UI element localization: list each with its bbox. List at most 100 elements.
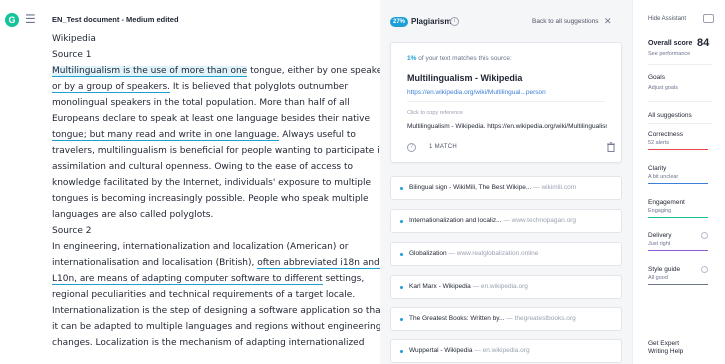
document-line[interactable]: or by a group of speakers. It is believe… bbox=[52, 79, 372, 95]
category-name: Correctness bbox=[648, 131, 684, 138]
see-performance-link[interactable]: See performance bbox=[648, 51, 690, 57]
document-line[interactable]: changes. Localization is the mechanism o… bbox=[52, 335, 372, 351]
document-title: EN_Test document - Medium edited bbox=[52, 15, 179, 24]
document-line[interactable]: Multilingualism is the use of more than … bbox=[52, 63, 386, 79]
category-engagement[interactable]: Engagement Engaging bbox=[648, 199, 712, 218]
source-list-item[interactable]: Bilingual sign - WikiMili, The Best Wiki… bbox=[390, 176, 622, 200]
underlined-plagiarism-text[interactable]: or by a group of speakers. bbox=[52, 82, 171, 93]
status-circle-icon bbox=[701, 266, 708, 273]
menu-icon[interactable]: ☰ bbox=[25, 12, 41, 26]
source-label: Internationalization and localiz... — ww… bbox=[409, 217, 576, 224]
overall-score-label[interactable]: Overall score bbox=[648, 40, 692, 47]
category-correctness[interactable]: Correctness 52 alerts bbox=[648, 131, 712, 150]
source-list-item[interactable]: Wuppertal - Wikipedia — en.wikipedia.org bbox=[390, 339, 622, 363]
underlined-plagiarism-text[interactable]: L10n, are means of adapting computer sof… bbox=[52, 274, 323, 285]
back-to-suggestions-link[interactable]: Back to all suggestions bbox=[532, 18, 598, 25]
document-line[interactable]: internationalisation and localisation (B… bbox=[52, 255, 380, 271]
source-match-card[interactable]: 1% of your text matches this source: Mul… bbox=[390, 42, 622, 163]
source-list-item[interactable]: Globalization — www.realglobalization.on… bbox=[390, 242, 622, 266]
source-list-item[interactable]: Karl Marx - Wikipedia — en.wikipedia.org bbox=[390, 275, 622, 299]
source-item-domain: wikimili.com bbox=[541, 184, 577, 191]
category-clarity[interactable]: Clarity A bit unclear bbox=[648, 165, 712, 184]
line-text: travelers, multilingualism is beneficial… bbox=[52, 146, 386, 156]
document-line[interactable]: it can be adapted to multiple languages … bbox=[52, 319, 381, 335]
match-percent: 1% bbox=[407, 55, 417, 62]
source-item-domain: www.technopagan.org bbox=[511, 217, 576, 224]
source-item-title: Bilingual sign - WikiMili, The Best Wiki… bbox=[409, 184, 532, 191]
document-line[interactable]: Source 1 bbox=[52, 47, 372, 63]
trash-icon[interactable] bbox=[607, 142, 615, 152]
goals-label[interactable]: Goals bbox=[648, 74, 665, 81]
line-text: tongues is becoming increasingly possibl… bbox=[52, 194, 369, 204]
document-line[interactable]: Europeans declare to speak at least one … bbox=[52, 111, 372, 127]
source-item-title: Globalization bbox=[409, 250, 447, 257]
plagiarism-percent-badge: 27% bbox=[390, 17, 408, 27]
document-editor[interactable]: Wikipedia Source 1 Multilingualism is the … bbox=[52, 31, 386, 351]
line-text: Source 2 bbox=[52, 226, 92, 236]
source-list-item[interactable]: The Greatest Books: Written by... — theg… bbox=[390, 307, 622, 331]
category-delivery[interactable]: Delivery Just right bbox=[648, 232, 712, 251]
line-text: changes. Localization is the mechanism o… bbox=[52, 338, 365, 348]
source-list-item[interactable]: Internationalization and localiz... — ww… bbox=[390, 209, 622, 233]
reference-text[interactable]: Multilingualism - Wikipedia. https://en.… bbox=[407, 123, 607, 130]
underlined-plagiarism-text[interactable]: often abbreviated i18n and bbox=[257, 258, 380, 269]
category-status: 52 alerts bbox=[648, 140, 670, 146]
card-divider bbox=[407, 101, 605, 102]
source-item-domain: en.wikipedia.org bbox=[482, 347, 530, 354]
bullet-dot-icon bbox=[400, 286, 403, 289]
category-color-bar bbox=[648, 149, 708, 150]
match-percent-line: 1% of your text matches this source: bbox=[407, 55, 512, 62]
document-line[interactable]: Wikipedia bbox=[52, 31, 372, 47]
document-line[interactable]: tongues is becoming increasingly possibl… bbox=[52, 191, 372, 207]
line-text: tongue, either by one speaker bbox=[247, 66, 386, 76]
document-line[interactable]: regional peculiarities and technical req… bbox=[52, 287, 372, 303]
line-text: internationalisation and localisation (B… bbox=[52, 258, 258, 268]
line-text: regional peculiarities and technical req… bbox=[52, 290, 356, 300]
source-label: Globalization — www.realglobalization.on… bbox=[409, 250, 538, 257]
help-icon[interactable]: ? bbox=[407, 143, 416, 152]
source-label: Wuppertal - Wikipedia — en.wikipedia.org bbox=[409, 347, 530, 354]
source-item-title: The Greatest Books: Written by... bbox=[409, 315, 505, 322]
highlighted-plagiarism-text[interactable]: Multilingualism is the use of more than … bbox=[52, 66, 248, 77]
category-style-guide[interactable]: Style guide All good bbox=[648, 266, 712, 285]
line-text: It is believed that polyglots outnumber bbox=[170, 82, 349, 92]
get-expert-help-button[interactable]: Get Expert Writing Help bbox=[648, 340, 698, 356]
hide-assistant-button[interactable]: Hide Assistant bbox=[648, 16, 686, 22]
close-icon[interactable]: ✕ bbox=[604, 16, 612, 27]
source-item-domain: en.wikipedia.org bbox=[480, 283, 528, 290]
source-label: Bilingual sign - WikiMili, The Best Wiki… bbox=[409, 184, 576, 191]
bullet-dot-icon bbox=[400, 253, 403, 256]
source-label: The Greatest Books: Written by... — theg… bbox=[409, 315, 576, 322]
document-line[interactable]: In engineering, internationalization and… bbox=[52, 239, 372, 255]
document-line[interactable]: languages are also called polyglots. bbox=[52, 207, 372, 223]
category-color-bar bbox=[648, 284, 708, 285]
chat-icon[interactable] bbox=[703, 14, 714, 23]
document-line[interactable]: tongue; but many read and write in one l… bbox=[52, 127, 372, 143]
source-url-link[interactable]: https://en.wikipedia.org/wiki/Multilingu… bbox=[407, 89, 546, 96]
line-text: Europeans declare to speak at least one … bbox=[52, 114, 371, 124]
source-title: Multilingualism - Wikipedia bbox=[407, 73, 523, 83]
sidebar-divider bbox=[648, 123, 712, 124]
category-color-bar bbox=[648, 217, 708, 218]
grammarly-logo-icon[interactable]: G bbox=[5, 13, 19, 27]
all-suggestions-link[interactable]: All suggestions bbox=[648, 112, 692, 119]
underlined-plagiarism-text[interactable]: tongue; but many read and write in one l… bbox=[52, 130, 280, 141]
line-text: languages are also called polyglots. bbox=[52, 210, 214, 220]
overall-score-value[interactable]: 84 bbox=[697, 37, 709, 49]
adjust-goals-link[interactable]: Adjust goals bbox=[648, 85, 678, 91]
info-icon[interactable]: i bbox=[450, 17, 459, 26]
document-line[interactable]: L10n, are means of adapting computer sof… bbox=[52, 271, 372, 287]
source-item-title: Wuppertal - Wikipedia bbox=[409, 347, 473, 354]
source-separator: — bbox=[504, 315, 515, 322]
document-line[interactable]: Source 2 bbox=[52, 223, 372, 239]
category-name: Clarity bbox=[648, 165, 667, 172]
line-text: Always useful to bbox=[279, 130, 356, 140]
document-line[interactable]: monolingual speakers in the total popula… bbox=[52, 95, 372, 111]
source-separator: — bbox=[501, 217, 512, 224]
document-line[interactable]: assimilation and cultural openness. Owin… bbox=[52, 159, 372, 175]
status-circle-icon bbox=[701, 232, 708, 239]
category-color-bar bbox=[648, 250, 708, 251]
document-line[interactable]: Internationalization is the step of desi… bbox=[52, 303, 384, 319]
document-line[interactable]: knowledge facilitated by the Internet, i… bbox=[52, 175, 372, 191]
document-line[interactable]: travelers, multilingualism is beneficial… bbox=[52, 143, 385, 159]
